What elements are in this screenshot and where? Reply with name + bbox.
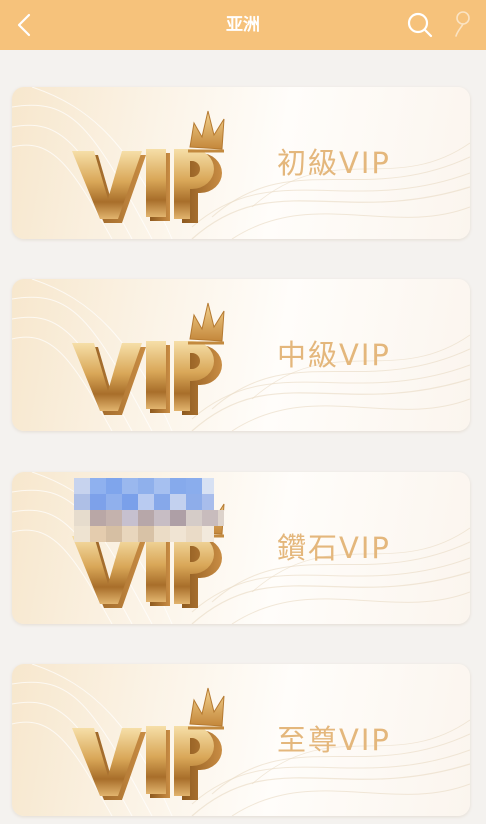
user-icon[interactable] <box>450 8 476 40</box>
vip-card-label: 中級VIP <box>277 338 391 372</box>
vip-card-label: 至尊VIP <box>277 723 391 757</box>
vip-card-label: 初級VIP <box>277 146 391 180</box>
vip-card-supreme[interactable]: 至尊VIP <box>12 664 470 816</box>
vip-card-mid[interactable]: 中級VIP <box>12 279 470 431</box>
vip-crown-logo-icon <box>58 107 233 225</box>
top-bar: 亚洲 <box>0 0 486 50</box>
vip-card-label: 鑽石VIP <box>277 531 391 565</box>
vip-card-basic[interactable]: 初級VIP <box>12 87 470 239</box>
search-icon[interactable] <box>404 9 436 41</box>
vip-crown-logo-icon <box>58 684 233 802</box>
pixelated-blur-overlay <box>74 478 224 542</box>
vip-crown-logo-icon <box>58 299 233 417</box>
